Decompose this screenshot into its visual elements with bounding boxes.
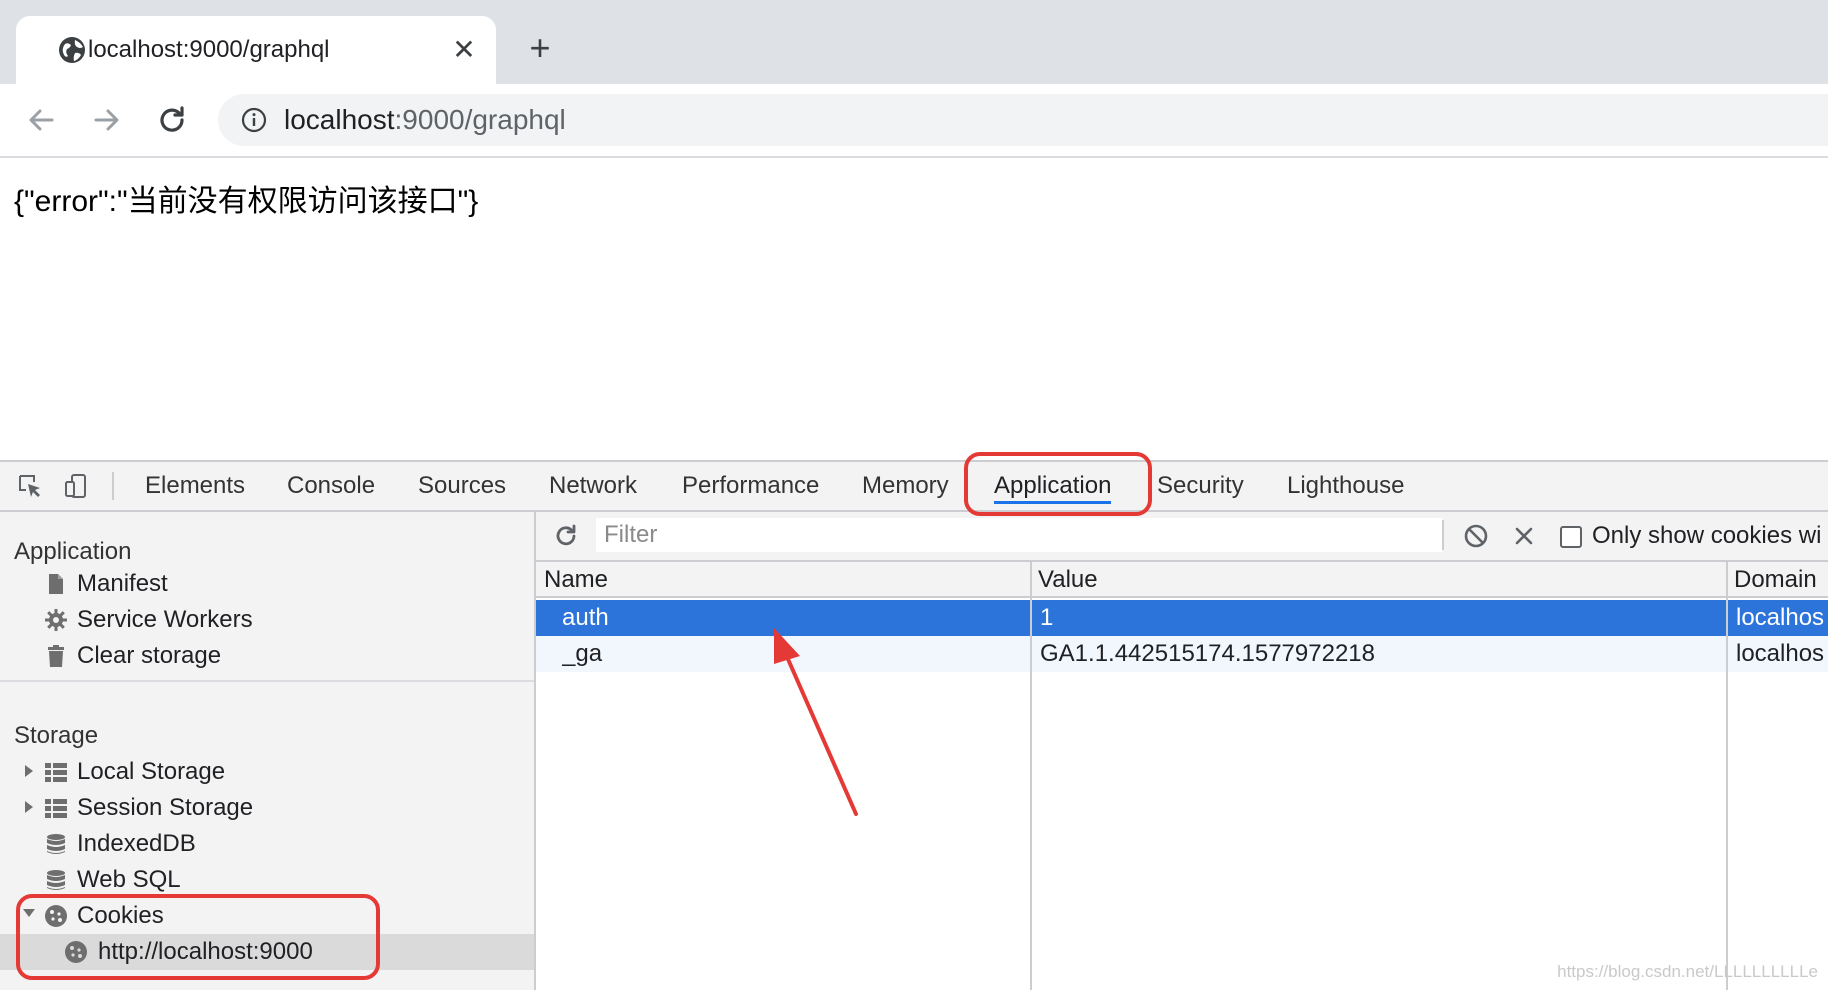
tab-strip: localhost:9000/graphql ✕ + [0, 0, 1828, 84]
gear-icon [45, 609, 67, 631]
sidebar-item-label: Manifest [77, 570, 168, 597]
sidebar-item-label: Session Storage [77, 794, 254, 821]
expand-arrow-icon[interactable] [24, 800, 34, 814]
url-path: :9000/graphql [394, 104, 566, 135]
annotation-arrow-icon [774, 628, 858, 816]
database-icon [47, 834, 65, 854]
clear-icon[interactable] [1510, 522, 1538, 550]
cookie-value-cell: 1 [1040, 604, 1054, 631]
arrow-left-icon[interactable] [22, 100, 62, 140]
refresh-icon[interactable] [552, 522, 580, 550]
tab-sources[interactable]: Sources [418, 462, 506, 510]
trash-icon [48, 645, 64, 667]
inspect-element-icon[interactable] [16, 472, 44, 500]
table-row[interactable]: auth 1 localhos [536, 600, 1828, 636]
column-header-name[interactable]: Name [536, 562, 1030, 598]
only-show-cookies-label: Only show cookies wi [1592, 522, 1822, 549]
arrow-right-icon[interactable] [86, 100, 126, 140]
devtools-tab-bar: Elements Console Sources Network Perform… [0, 462, 1828, 512]
cookies-table: Name Value Domain auth 1 localhos _ga GA… [536, 562, 1828, 990]
checkbox[interactable] [1560, 526, 1582, 548]
watermark: https://blog.csdn.net/LLLLLLLLLLe [1557, 962, 1818, 981]
toolbar-separator [112, 472, 114, 500]
tab-title: localhost:9000/graphql [88, 36, 330, 63]
globe-icon [59, 37, 85, 63]
new-tab-button[interactable]: + [522, 30, 558, 66]
column-header-domain[interactable]: Domain [1726, 562, 1828, 598]
cookies-panel: Only show cookies wi Name Value Domain a… [536, 512, 1828, 990]
cookie-domain-cell: localhos [1736, 640, 1825, 667]
column-header-value[interactable]: Value [1030, 562, 1726, 598]
sidebar-item-label: Clear storage [77, 642, 222, 669]
sidebar-item-label: Web SQL [77, 866, 181, 893]
url-host: localhost [284, 104, 395, 135]
error-json-text: {"error":"当前没有权限访问该接口"} [14, 185, 479, 218]
browser-tab[interactable]: localhost:9000/graphql ✕ [16, 16, 496, 84]
column-divider[interactable] [1726, 562, 1728, 990]
annotation-box-application-tab [964, 452, 1152, 516]
sidebar-item-label: IndexedDB [77, 830, 196, 857]
page-content: {"error":"当前没有权限访问该接口"} [0, 158, 1828, 460]
tab-security[interactable]: Security [1157, 462, 1244, 510]
column-divider[interactable] [1030, 562, 1032, 990]
address-bar[interactable]: localhost:9000/graphql [218, 94, 1828, 146]
database-icon [47, 870, 65, 890]
reload-icon[interactable] [152, 100, 192, 140]
cookie-domain-cell: localhos [1736, 604, 1825, 631]
tab-console[interactable]: Console [287, 462, 375, 510]
tab-performance[interactable]: Performance [682, 462, 819, 510]
device-toolbar-icon[interactable] [62, 472, 90, 500]
block-icon[interactable] [1462, 522, 1490, 550]
cookies-filter-bar: Only show cookies wi [536, 512, 1828, 562]
annotation-box-cookies [16, 894, 380, 980]
browser-toolbar: localhost:9000/graphql [0, 84, 1828, 158]
browser-window: localhost:9000/graphql ✕ + localhost:900… [0, 0, 1828, 990]
sidebar-divider [0, 680, 534, 682]
tab-network[interactable]: Network [549, 462, 637, 510]
filter-separator [1442, 520, 1444, 550]
close-tab-icon[interactable]: ✕ [450, 36, 478, 64]
document-icon [49, 574, 63, 594]
grid-icon [45, 763, 67, 782]
expand-arrow-icon[interactable] [24, 764, 34, 778]
cookie-value-cell: GA1.1.442515174.1577972218 [1040, 640, 1375, 667]
table-row[interactable]: _ga GA1.1.442515174.1577972218 localhos [536, 636, 1828, 672]
sidebar-item-label: Local Storage [77, 758, 226, 785]
url-text: localhost:9000/graphql [284, 94, 566, 146]
sidebar-section-storage: Storage [14, 722, 99, 749]
tab-memory[interactable]: Memory [862, 462, 949, 510]
sidebar-section-application: Application [14, 538, 132, 565]
tab-lighthouse[interactable]: Lighthouse [1287, 462, 1404, 510]
grid-icon [45, 799, 67, 818]
tab-elements[interactable]: Elements [145, 462, 245, 510]
sidebar-item-label: Service Workers [77, 606, 253, 633]
filter-input[interactable] [596, 518, 1442, 552]
info-icon[interactable] [240, 106, 268, 134]
